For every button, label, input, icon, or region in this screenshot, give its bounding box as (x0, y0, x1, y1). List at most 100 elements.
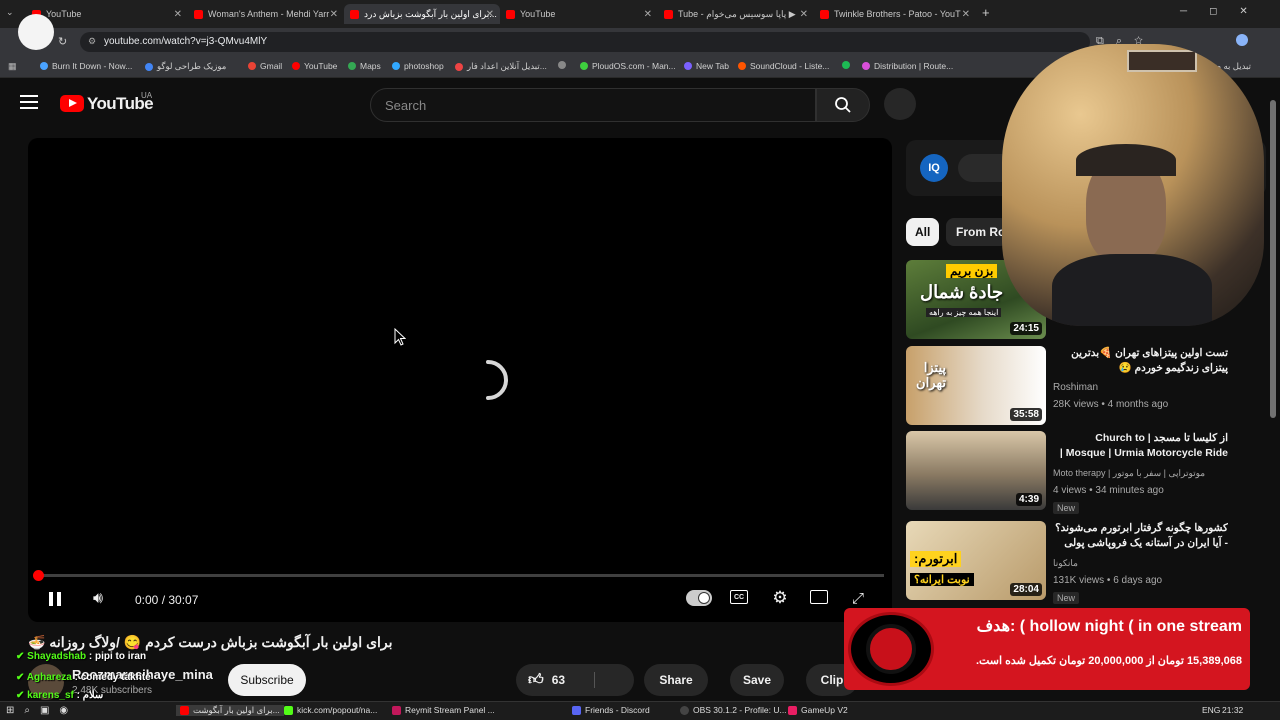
video-duration: 4:39 (1015, 493, 1042, 506)
theater-mode-icon[interactable] (810, 590, 828, 604)
thumbnail-text: نوبت ایرانه؟ (910, 573, 974, 586)
bookmark-item[interactable]: New Tab (684, 61, 729, 71)
like-thumb-icon[interactable]: 👍︎ (528, 671, 544, 689)
pause-button[interactable] (44, 588, 66, 610)
search-input[interactable]: Search (370, 88, 816, 122)
taskbar-item[interactable]: Reymit Stream Panel ... (392, 705, 495, 715)
progress-bar[interactable] (33, 570, 884, 581)
bookmark-item[interactable]: YouTube (292, 61, 337, 71)
bookmark-item[interactable]: Distribution | Route... (862, 61, 953, 71)
browser-tab[interactable]: Woman's Anthem - Mehdi Yarr ✕ (188, 4, 344, 24)
bookmark-item[interactable]: Gmail (248, 61, 282, 71)
taskbar-item[interactable]: OBS 30.1.2 - Profile: U... (680, 705, 787, 715)
taskbar-label: OBS 30.1.2 - Profile: U... (693, 705, 787, 715)
webcam-overlay (1002, 44, 1264, 326)
tab-search-icon[interactable]: ⌄ (6, 7, 14, 18)
bookmark-item[interactable] (558, 61, 570, 69)
tab-label: Woman's Anthem - Mehdi Yarr (208, 9, 330, 19)
window-controls[interactable]: ─◻✕ (1180, 6, 1270, 17)
youtube-favicon-icon (820, 9, 829, 19)
bookmark-favicon-icon (145, 62, 153, 71)
profile-avatar-icon[interactable] (1236, 34, 1248, 46)
close-tab-icon[interactable]: ✕ (800, 9, 808, 20)
close-tab-icon[interactable]: ✕ (486, 9, 494, 20)
input-language[interactable]: ENG (1202, 705, 1220, 715)
related-title[interactable]: کشورها چگونه گرفتار ابرتورم می‌شوند؟ - آ… (1053, 521, 1228, 551)
bookmark-label: تبدیل آنلاین اعداد فار... (467, 61, 547, 71)
taskbar-item[interactable]: kick.com/popout/na... (284, 705, 377, 715)
related-video[interactable]: ابرتورم: نوبت ایرانه؟ 28:04 کشورها چگونه… (906, 521, 1266, 604)
bookmark-item[interactable]: photoshop (392, 61, 444, 71)
new-tab-icon (684, 62, 692, 70)
address-bar[interactable]: ⚙ youtube.com/watch?v=j3-QMvu4MlY (80, 32, 1090, 52)
settings-gear-icon[interactable]: ⚙ (770, 588, 790, 608)
close-tab-icon[interactable]: ✕ (962, 9, 970, 20)
webcam-hair (1076, 144, 1176, 176)
video-thumbnail[interactable]: 4:39 (906, 431, 1046, 510)
related-video[interactable]: پیتزا تهران 35:58 تست اولین پیتزاهای تهر… (906, 346, 1266, 426)
video-player[interactable]: 🔊︎ 0:00 / 30:07 CC ⚙ ⤢ (28, 138, 892, 622)
subscribe-button[interactable]: Subscribe (228, 664, 306, 696)
apps-grid-icon[interactable]: ▦ (8, 61, 17, 72)
related-channel[interactable]: Roshiman (1053, 382, 1098, 393)
bookmark-item[interactable]: SoundCloud - Liste... (738, 61, 829, 71)
autoplay-toggle[interactable] (686, 590, 712, 606)
fullscreen-icon[interactable]: ⤢ (848, 588, 868, 608)
related-video[interactable]: 4:39 از کلیسا تا مسجد | Church to Mosque… (906, 431, 1266, 514)
soundcloud-icon (738, 62, 746, 70)
browser-tab[interactable]: Twinkle Brothers - Patoo - YouT ✕ (814, 4, 976, 24)
time-display: 0:00 / 30:07 (135, 593, 199, 607)
volume-button[interactable]: 🔊︎ (86, 588, 110, 610)
captions-icon[interactable]: CC (730, 590, 748, 604)
related-channel[interactable]: Moto therapy | موتوتراپی | سفر با موتور (1053, 468, 1205, 479)
youtube-logo-icon[interactable] (60, 95, 84, 112)
taskbar-item[interactable]: GameUp V2 (788, 705, 848, 715)
search-button[interactable] (816, 88, 870, 122)
advertiser-logo-icon: IQ (920, 154, 948, 182)
browser-tab[interactable]: YouTube ✕ (500, 4, 658, 24)
related-title[interactable]: تست اولین پیتزاهای تهران 🍕بدترین پیتزای … (1053, 346, 1228, 376)
youtube-favicon-icon (194, 9, 203, 19)
browser-tab[interactable]: Tube - پاپا سوسیس می‌خوام ▶ ✕ (658, 4, 814, 24)
globe-icon (40, 62, 48, 70)
voice-search-button[interactable] (884, 88, 916, 120)
tab-label: Twinkle Brothers - Patoo - YouT (834, 9, 961, 19)
chat-username: karens_sf (27, 690, 74, 701)
bookmark-item[interactable]: تبدیل آنلاین اعداد فار... (455, 61, 547, 72)
bookmark-item[interactable]: موزیک طراحی لوگو (145, 61, 226, 72)
search-icon (835, 97, 851, 113)
related-channel[interactable]: مانکونا (1053, 558, 1078, 569)
bookmark-item[interactable]: PloudOS.com - Man... (580, 61, 676, 71)
chat-badge-icon: ✔ (16, 672, 27, 683)
thumbnail-text: اینجا همه چیز به راهه (926, 308, 1002, 317)
like-count[interactable]: 63 (552, 673, 565, 687)
chat-username: Shayadshab (27, 651, 87, 662)
related-title[interactable]: از کلیسا تا مسجد | Church to Mosque | Ur… (1053, 431, 1228, 461)
chrome-icon (180, 706, 189, 715)
chip-from-channel[interactable]: From Roo (946, 218, 1008, 246)
share-button[interactable]: Share (644, 664, 708, 696)
close-tab-icon[interactable]: ✕ (174, 9, 182, 20)
taskbar-item[interactable]: برای اولین بار آبگوشت... (176, 705, 284, 716)
new-tab-button[interactable]: + (982, 5, 990, 20)
site-info-icon[interactable]: ⚙ (88, 36, 96, 47)
video-thumbnail[interactable]: پیتزا تهران 35:58 (906, 346, 1046, 425)
close-tab-icon[interactable]: ✕ (330, 9, 338, 20)
browser-tab-active[interactable]: برای اولین بار آبگوشت بزباش درد... ✕ (344, 4, 500, 24)
bookmark-item[interactable]: Maps (348, 61, 381, 71)
scrubber-handle[interactable] (33, 570, 44, 581)
close-tab-icon[interactable]: ✕ (644, 9, 652, 20)
chat-message: ✔ Shayadshab : pipi to iran (16, 651, 147, 662)
video-thumbnail[interactable]: ابرتورم: نوبت ایرانه؟ 28:04 (906, 521, 1046, 600)
video-duration: 35:58 (1010, 408, 1042, 421)
bookmark-label: موزیک طراحی لوگو (157, 61, 227, 71)
bookmark-item[interactable] (842, 61, 854, 69)
taskbar-item[interactable]: Friends - Discord (572, 705, 650, 715)
page-scrollbar[interactable] (1270, 100, 1276, 418)
menu-hamburger-icon[interactable] (20, 95, 38, 109)
taskbar-pinned-icons[interactable]: ⊞⌕▣◉ (6, 705, 78, 716)
bookmark-item[interactable]: Burn It Down - Now... (40, 61, 132, 71)
save-button[interactable]: Save (730, 664, 784, 696)
reload-icon[interactable]: ↻ (58, 35, 67, 48)
chip-all[interactable]: All (906, 218, 940, 246)
